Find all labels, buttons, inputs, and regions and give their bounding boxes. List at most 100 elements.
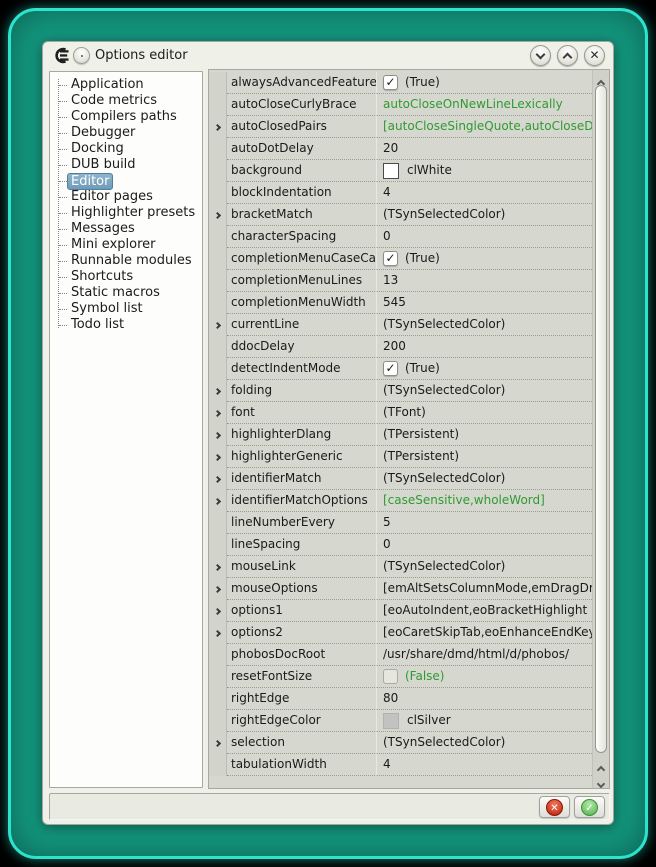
property-row[interactable]: autoCloseCurlyBraceautoCloseOnNewLineLex… — [209, 94, 592, 116]
property-row[interactable]: tabulationWidth4 — [209, 754, 592, 776]
property-value-cell[interactable]: ✓(True) — [377, 72, 592, 94]
property-row[interactable]: characterSpacing0 — [209, 226, 592, 248]
window-close-button[interactable]: ✕ — [584, 45, 605, 66]
row-expander-gutter[interactable] — [209, 600, 227, 622]
property-value-cell[interactable]: (TSynSelectedColor) — [377, 468, 592, 490]
sidebar-item-compilers-paths[interactable]: Compilers paths — [50, 109, 202, 125]
category-sidebar[interactable]: ApplicationCode metricsCompilers pathsDe… — [49, 71, 203, 788]
sidebar-item-dub-build[interactable]: DUB build — [50, 157, 202, 173]
color-swatch-icon[interactable] — [383, 163, 399, 179]
property-value-cell[interactable]: (False) — [377, 666, 592, 688]
property-row[interactable]: autoDotDelay20 — [209, 138, 592, 160]
property-value-cell[interactable]: 80 — [377, 688, 592, 710]
row-expander-gutter[interactable] — [209, 402, 227, 424]
property-value-cell[interactable]: 200 — [377, 336, 592, 358]
property-row[interactable]: font(TFont) — [209, 402, 592, 424]
property-row[interactable]: selection(TSynSelectedColor) — [209, 732, 592, 754]
row-expander-gutter[interactable] — [209, 424, 227, 446]
property-value-cell[interactable]: (TSynSelectedColor) — [377, 732, 592, 754]
property-value-cell[interactable]: [eoCaretSkipTab,eoEnhanceEndKey — [377, 622, 592, 644]
property-value-cell[interactable]: autoCloseOnNewLineLexically — [377, 94, 592, 116]
checkbox-checked-icon[interactable]: ✓ — [383, 361, 398, 376]
checkbox-unchecked-icon[interactable] — [383, 669, 398, 684]
property-value-cell[interactable]: /usr/share/dmd/html/d/phobos/ — [377, 644, 592, 666]
scroll-up-button-bottom[interactable] — [593, 758, 609, 770]
property-row[interactable]: currentLine(TSynSelectedColor) — [209, 314, 592, 336]
property-row[interactable]: ddocDelay200 — [209, 336, 592, 358]
window-maximize-button[interactable] — [557, 45, 578, 66]
property-value-cell[interactable]: ✓(True) — [377, 248, 592, 270]
row-expander-gutter[interactable] — [209, 468, 227, 490]
property-value-cell[interactable]: [eoAutoIndent,eoBracketHighlight — [377, 600, 592, 622]
property-value-cell[interactable]: 0 — [377, 534, 592, 556]
sidebar-item-symbol-list[interactable]: Symbol list — [50, 301, 202, 317]
row-expander-gutter[interactable] — [209, 556, 227, 578]
property-value-cell[interactable]: 4 — [377, 754, 592, 776]
window-shade-button[interactable] — [530, 45, 551, 66]
property-row[interactable]: folding(TSynSelectedColor) — [209, 380, 592, 402]
color-swatch-icon[interactable] — [383, 713, 399, 729]
title-bar[interactable]: Options editor ✕ — [43, 42, 613, 69]
property-value-cell[interactable]: (TSynSelectedColor) — [377, 556, 592, 578]
property-row[interactable]: backgroundclWhite — [209, 160, 592, 182]
property-value-cell[interactable]: 20 — [377, 138, 592, 160]
property-row[interactable]: bracketMatch(TSynSelectedColor) — [209, 204, 592, 226]
property-value-cell[interactable]: ✓(True) — [377, 358, 592, 380]
property-row[interactable]: lineNumberEvery5 — [209, 512, 592, 534]
sidebar-item-todo-list[interactable]: Todo list — [50, 317, 202, 333]
property-row[interactable]: highlighterDlang(TPersistent) — [209, 424, 592, 446]
sidebar-item-editor-pages[interactable]: Editor pages — [50, 189, 202, 205]
checkbox-checked-icon[interactable]: ✓ — [383, 75, 398, 90]
sidebar-item-highlighter-presets[interactable]: Highlighter presets — [50, 205, 202, 221]
property-value-cell[interactable]: clSilver — [377, 710, 592, 732]
property-value-cell[interactable]: clWhite — [377, 160, 592, 182]
row-expander-gutter[interactable] — [209, 314, 227, 336]
sidebar-item-debugger[interactable]: Debugger — [50, 125, 202, 141]
property-row[interactable]: rightEdgeColorclSilver — [209, 710, 592, 732]
property-value-cell[interactable]: (TFont) — [377, 402, 592, 424]
property-grid[interactable]: alwaysAdvancedFeatures✓(True)autoCloseCu… — [208, 69, 610, 789]
property-value-cell[interactable]: [caseSensitive,wholeWord] — [377, 490, 592, 512]
row-expander-gutter[interactable] — [209, 490, 227, 512]
row-expander-gutter[interactable] — [209, 622, 227, 644]
property-row[interactable]: identifierMatchOptions[caseSensitive,who… — [209, 490, 592, 512]
sidebar-item-application[interactable]: Application — [50, 77, 202, 93]
property-row[interactable]: alwaysAdvancedFeatures✓(True) — [209, 72, 592, 94]
sidebar-item-runnable-modules[interactable]: Runnable modules — [50, 253, 202, 269]
row-expander-gutter[interactable] — [209, 578, 227, 600]
property-row[interactable]: detectIndentMode✓(True) — [209, 358, 592, 380]
property-value-cell[interactable]: (TSynSelectedColor) — [377, 380, 592, 402]
window-menu-button[interactable] — [73, 47, 90, 64]
property-value-cell[interactable]: [emAltSetsColumnMode,emDragDro — [377, 578, 592, 600]
property-row[interactable]: options1[eoAutoIndent,eoBracketHighlight — [209, 600, 592, 622]
property-row[interactable]: blockIndentation4 — [209, 182, 592, 204]
property-row[interactable]: mouseLink(TSynSelectedColor) — [209, 556, 592, 578]
scrollbar-thumb[interactable] — [595, 85, 607, 753]
property-value-cell[interactable]: (TSynSelectedColor) — [377, 314, 592, 336]
sidebar-item-static-macros[interactable]: Static macros — [50, 285, 202, 301]
accept-button[interactable]: ✓ — [574, 796, 605, 818]
scroll-down-button[interactable] — [593, 772, 609, 784]
sidebar-item-mini-explorer[interactable]: Mini explorer — [50, 237, 202, 253]
property-row[interactable]: resetFontSize(False) — [209, 666, 592, 688]
property-value-cell[interactable]: (TSynSelectedColor) — [377, 204, 592, 226]
property-row[interactable]: rightEdge80 — [209, 688, 592, 710]
row-expander-gutter[interactable] — [209, 204, 227, 226]
property-row[interactable]: completionMenuCaseCare✓(True) — [209, 248, 592, 270]
property-row[interactable]: mouseOptions[emAltSetsColumnMode,emDragD… — [209, 578, 592, 600]
property-row[interactable]: lineSpacing0 — [209, 534, 592, 556]
property-row[interactable]: autoClosedPairs[autoCloseSingleQuote,aut… — [209, 116, 592, 138]
row-expander-gutter[interactable] — [209, 446, 227, 468]
grid-scrollbar[interactable] — [592, 70, 609, 788]
property-value-cell[interactable]: (TPersistent) — [377, 446, 592, 468]
scroll-up-button[interactable] — [593, 72, 609, 84]
property-row[interactable]: identifierMatch(TSynSelectedColor) — [209, 468, 592, 490]
property-value-cell[interactable]: 4 — [377, 182, 592, 204]
property-row[interactable]: highlighterGeneric(TPersistent) — [209, 446, 592, 468]
sidebar-item-code-metrics[interactable]: Code metrics — [50, 93, 202, 109]
property-row[interactable]: options2[eoCaretSkipTab,eoEnhanceEndKey — [209, 622, 592, 644]
row-expander-gutter[interactable] — [209, 116, 227, 138]
checkbox-checked-icon[interactable]: ✓ — [383, 251, 398, 266]
property-row[interactable]: completionMenuLines13 — [209, 270, 592, 292]
property-row[interactable]: completionMenuWidth545 — [209, 292, 592, 314]
